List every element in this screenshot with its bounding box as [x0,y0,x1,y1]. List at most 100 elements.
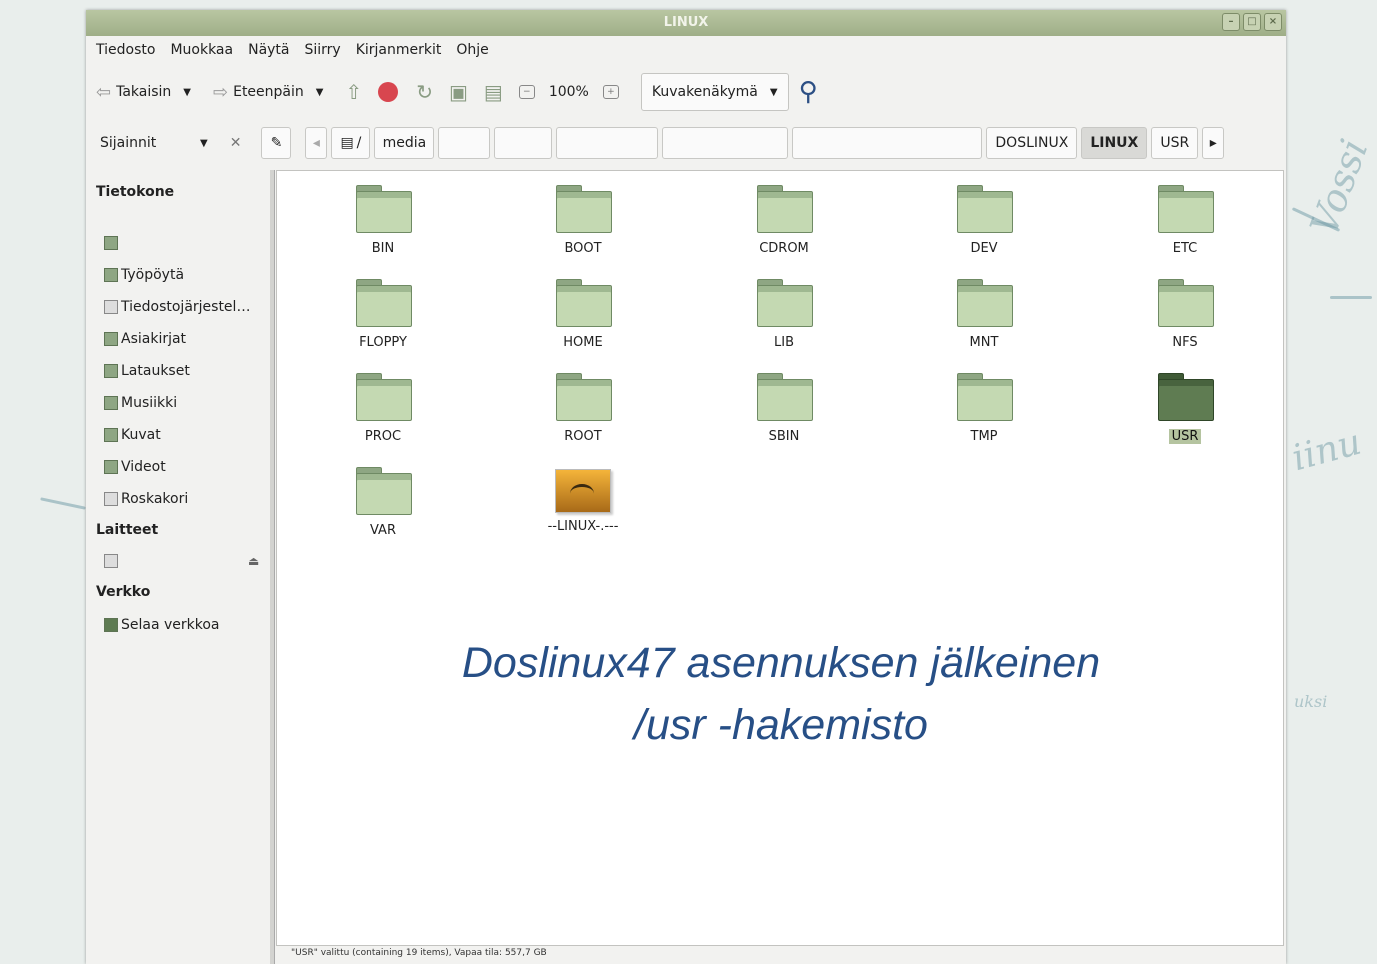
crumb-doslinux[interactable]: DOSLINUX [986,127,1078,159]
sidebar-item-pictures[interactable]: Kuvat [104,427,161,443]
view-mode-select[interactable]: Kuvakenäkymä ▼ [640,73,789,111]
wallpaper-swoosh [1330,296,1372,299]
folder-item-var[interactable]: VAR [313,467,453,538]
forward-history-dropdown[interactable]: ▼ [316,87,324,98]
wallpaper-swoosh [40,497,86,510]
search-icon[interactable]: ⚲ [799,77,818,107]
zoom-level: 100% [548,84,589,100]
title-bar[interactable]: LINUX – □ × [86,10,1286,36]
computer-icon[interactable]: ▤ [484,80,503,104]
folder-item-tmp[interactable]: TMP [914,373,1054,444]
folder-icon [1158,373,1214,421]
folder-item-usr-selected[interactable]: USR [1115,373,1255,444]
folder-icon [104,332,118,346]
close-sidebar-icon[interactable]: ✕ [230,135,242,151]
file-manager-window: LINUX – □ × Tiedosto Muokkaa Näytä Siirr… [86,10,1286,964]
toolbar: ⇦ Takaisin ▼ ⇨ Eteenpäin ▼ ⇧ ↻ ▣ ▤ − 100… [86,72,1286,112]
crumb-linux[interactable]: LINUX [1081,127,1148,159]
sidebar-item-music[interactable]: Musiikki [104,395,177,411]
wallpaper-text: uksi [1294,692,1328,711]
folder-item-dev[interactable]: DEV [914,185,1054,256]
folder-icon [356,279,412,327]
crumb-blank[interactable] [556,127,659,159]
folder-icon [757,279,813,327]
eject-icon[interactable]: ⏏ [248,554,259,568]
sidebar-item-browse-network[interactable]: Selaa verkkoa [104,617,220,633]
home-folder-icon[interactable]: ▣ [449,80,468,104]
back-button[interactable]: ⇦ Takaisin [96,82,171,103]
close-button[interactable]: × [1264,13,1282,31]
sidebar-item-filesystem-root[interactable] [104,236,118,250]
crumb-root[interactable]: ▤ / [331,127,371,159]
menu-help[interactable]: Ohje [456,42,488,58]
location-bar: Sijainnit ▼ ✕ ✎ ◂ ▤ / media DOSLINUX LINU… [86,126,1286,160]
folder-icon [957,373,1013,421]
crumb-blank[interactable] [494,127,553,159]
crumb-blank[interactable] [792,127,983,159]
sidebar-item-documents[interactable]: Asiakirjat [104,331,186,347]
sidebar-resize-handle[interactable] [270,170,275,964]
folder-item-boot[interactable]: BOOT [513,185,653,256]
folder-icon [104,268,118,282]
stop-icon[interactable] [378,82,399,102]
root-drive-icon: ▤ [340,135,354,151]
menu-go[interactable]: Siirry [305,42,341,58]
menu-view[interactable]: Näytä [248,42,289,58]
sidebar-item-downloads[interactable]: Lataukset [104,363,190,379]
forward-button[interactable]: ⇨ Eteenpäin [213,82,304,103]
zoom-in-icon[interactable]: + [602,85,619,99]
sidebar-item-trash[interactable]: Roskakori [104,491,188,507]
crumb-usr[interactable]: USR [1151,127,1199,159]
reload-icon[interactable]: ↻ [416,80,433,104]
folder-item-proc[interactable]: PROC [313,373,453,444]
sidebar-pane-dropdown[interactable]: ▼ [200,138,208,149]
menu-file[interactable]: Tiedosto [96,42,155,58]
minimize-button[interactable]: – [1222,13,1240,31]
up-arrow-icon[interactable]: ⇧ [345,80,362,104]
folder-item-mnt[interactable]: MNT [914,279,1054,350]
folder-item-home[interactable]: HOME [513,279,653,350]
zoom-out-icon[interactable]: − [518,85,535,99]
crumb-blank[interactable] [438,127,491,159]
folder-item-floppy[interactable]: FLOPPY [313,279,453,350]
folder-icon [1158,185,1214,233]
folder-icon [1158,279,1214,327]
crumb-scroll-right[interactable]: ▸ [1202,127,1225,159]
crumb-scroll-left[interactable]: ◂ [305,127,328,159]
menu-bookmarks[interactable]: Kirjanmerkit [356,42,442,58]
sidebar-item-device[interactable] [104,554,118,568]
sidebar-item-filesystem[interactable]: Tiedostojärjestel… [104,299,250,315]
menu-edit[interactable]: Muokkaa [170,42,233,58]
folder-item-root[interactable]: ROOT [513,373,653,444]
folder-icon [356,467,412,515]
folder-item-etc[interactable]: ETC [1115,185,1255,256]
wallpaper-text: iinu [1287,421,1366,480]
caption-line-1: Doslinux47 asennuksen jälkeinen [461,639,1101,687]
sidebar-pane-label: Sijainnit [100,135,157,151]
view-mode-value: Kuvakenäkymä [651,84,758,100]
crumb-media[interactable]: media [374,127,435,159]
places-sidebar: Tietokone Työpöytä Tiedostojärjestel… As… [86,170,270,964]
folder-item-cdrom[interactable]: CDROM [714,185,854,256]
crumb-blank[interactable] [662,127,789,159]
forward-arrow-icon: ⇨ [213,81,229,103]
sidebar-item-videos[interactable]: Videot [104,459,166,475]
sidebar-heading-computer: Tietokone [96,184,175,200]
folder-item-nfs[interactable]: NFS [1115,279,1255,350]
folder-icon [104,364,118,378]
image-file-item[interactable]: --LINUX-.--- [513,467,653,534]
sidebar-heading-network: Verkko [96,584,151,600]
edit-location-button[interactable]: ✎ [261,127,292,159]
folder-icon [556,185,612,233]
maximize-button[interactable]: □ [1243,13,1261,31]
folder-item-sbin[interactable]: SBIN [714,373,854,444]
folder-item-lib[interactable]: LIB [714,279,854,350]
back-history-dropdown[interactable]: ▼ [183,87,191,98]
folder-item-bin[interactable]: BIN [313,185,453,256]
sidebar-item-desktop[interactable]: Työpöytä [104,267,184,283]
drive-icon [104,300,118,314]
folder-icon [556,279,612,327]
home-folder-icon [104,236,118,250]
folder-icon [556,373,612,421]
folder-icon [757,185,813,233]
